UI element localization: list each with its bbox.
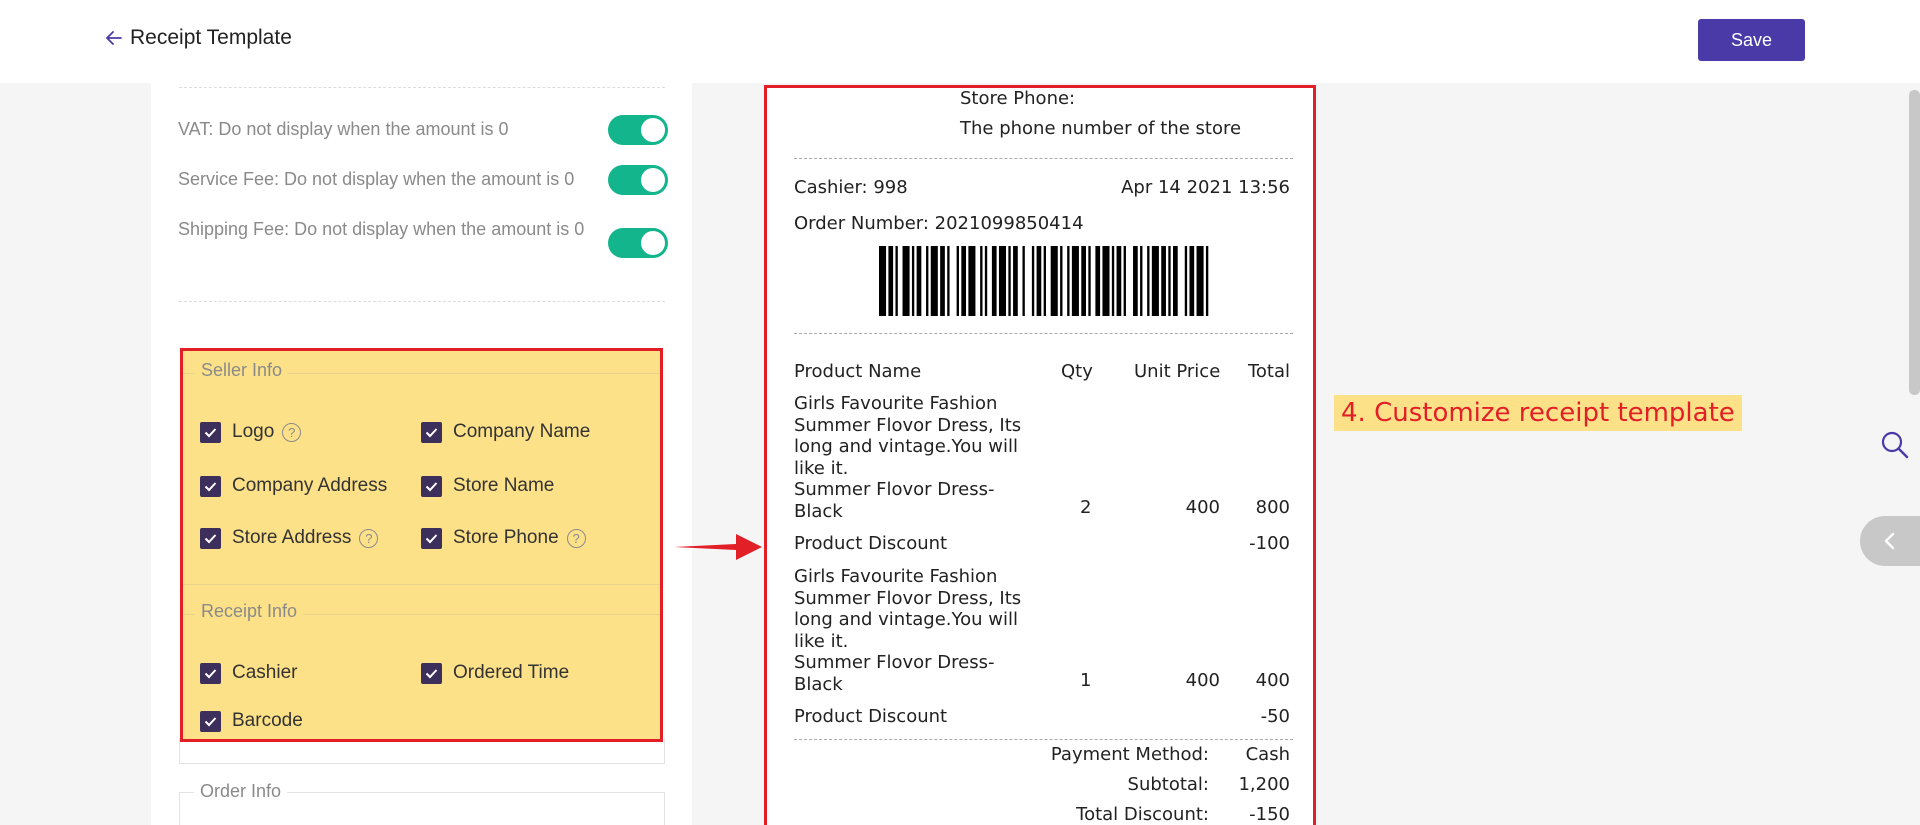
- toggle-row-service-fee: Service Fee: Do not display when the amo…: [178, 165, 668, 195]
- checkbox-label: Barcode: [232, 710, 303, 731]
- checkbox-logo[interactable]: Logo ?: [200, 421, 302, 443]
- checkbox-label: Cashier: [232, 662, 298, 683]
- checkbox-company-name[interactable]: Company Name: [421, 421, 590, 443]
- product-unit-price: 400: [1185, 497, 1220, 518]
- product-discount-value: -100: [1249, 533, 1290, 554]
- product-name: Girls Favourite Fashion Summer Flovor Dr…: [794, 393, 1022, 479]
- checkbox-label: Store Name: [453, 475, 555, 496]
- search-icon[interactable]: [1880, 430, 1910, 460]
- scrollbar-thumb[interactable]: [1909, 90, 1920, 395]
- product-qty: 1: [1080, 670, 1092, 691]
- help-icon[interactable]: ?: [566, 528, 586, 548]
- checkbox-cashier[interactable]: Cashier: [200, 662, 297, 684]
- product-total: 400: [1255, 670, 1290, 691]
- summary-value: Cash: [1245, 744, 1290, 765]
- service-fee-toggle[interactable]: [608, 165, 668, 195]
- order-info-group: Order Info: [179, 781, 665, 825]
- seller-info-legend: Seller Info: [195, 360, 289, 381]
- help-icon[interactable]: ?: [359, 528, 379, 548]
- checkbox-store-name[interactable]: Store Name: [421, 475, 554, 497]
- product-total: 800: [1255, 497, 1290, 518]
- summary-label: Total Discount:: [1076, 804, 1209, 825]
- checkbox-checked-icon: [421, 662, 442, 684]
- annotation-callout: 4. Customize receipt template: [1334, 395, 1742, 431]
- toggle-row-shipping-fee: Shipping Fee: Do not display when the am…: [178, 215, 668, 258]
- column-header-unit-price: Unit Price: [1134, 361, 1221, 382]
- collapse-panel-button[interactable]: [1860, 516, 1920, 566]
- column-header-product: Product Name: [794, 361, 922, 382]
- checkbox-checked-icon: [200, 527, 221, 549]
- checkbox-checked-icon: [200, 475, 221, 497]
- order-info-legend: Order Info: [194, 781, 288, 802]
- checkbox-checked-icon: [421, 475, 442, 497]
- product-discount-label: Product Discount: [794, 533, 948, 554]
- product-name: Girls Favourite Fashion Summer Flovor Dr…: [794, 566, 1022, 652]
- product-unit-price: 400: [1185, 670, 1220, 691]
- product-variant: Summer Flovor Dress-Black: [794, 652, 995, 695]
- product-variant: Summer Flovor Dress-Black: [794, 479, 995, 522]
- help-icon[interactable]: ?: [282, 422, 302, 442]
- product-discount-value: -50: [1260, 706, 1290, 727]
- order-number: Order Number: 2021099850414: [794, 213, 1084, 234]
- checkbox-checked-icon: [200, 662, 221, 684]
- store-phone-label: Store Phone:: [960, 88, 1076, 109]
- checkbox-label: Ordered Time: [453, 662, 570, 683]
- cashier-text: Cashier: 998: [794, 177, 908, 198]
- checkbox-store-address[interactable]: Store Address ?: [200, 527, 379, 549]
- arrow-left-icon: [106, 31, 122, 45]
- checkbox-label: Store Address: [232, 527, 352, 548]
- chevron-left-icon: [1884, 532, 1895, 550]
- back-button[interactable]: Receipt Template: [104, 26, 292, 50]
- checkbox-checked-icon: [421, 527, 442, 549]
- checkbox-label: Company Name: [453, 421, 591, 442]
- column-header-total: Total: [1247, 361, 1290, 382]
- checkbox-label: Company Address: [232, 475, 388, 496]
- toggle-label: Shipping Fee: Do not display when the am…: [178, 219, 585, 239]
- receipt-info-legend: Receipt Info: [195, 601, 304, 622]
- store-phone-value: The phone number of the store: [960, 118, 1242, 139]
- product-discount-label: Product Discount: [794, 706, 948, 727]
- checkbox-checked-icon: [200, 421, 221, 443]
- checkbox-checked-icon: [421, 421, 442, 443]
- page-title: Receipt Template: [130, 26, 292, 49]
- checkbox-company-address[interactable]: Company Address: [200, 475, 387, 497]
- summary-value: 1,200: [1238, 774, 1290, 795]
- receipt-info-box-bottom: [179, 738, 665, 764]
- checkbox-checked-icon: [200, 710, 221, 732]
- order-datetime: Apr 14 2021 13:56: [1121, 177, 1290, 198]
- summary-value: -150: [1249, 804, 1290, 825]
- checkbox-barcode[interactable]: Barcode: [200, 710, 303, 732]
- divider: [179, 301, 665, 302]
- vat-toggle[interactable]: [608, 115, 668, 145]
- toggle-label: VAT: Do not display when the amount is 0: [178, 119, 509, 139]
- shipping-fee-toggle[interactable]: [608, 228, 668, 258]
- summary-label: Subtotal:: [1127, 774, 1209, 795]
- checkbox-label: Store Phone: [453, 527, 559, 548]
- toggle-label: Service Fee: Do not display when the amo…: [178, 169, 575, 189]
- divider: [179, 87, 665, 88]
- checkbox-ordered-time[interactable]: Ordered Time: [421, 662, 569, 684]
- summary-label: Payment Method:: [1050, 744, 1209, 765]
- checkbox-label: Logo: [232, 421, 275, 442]
- toggle-row-vat: VAT: Do not display when the amount is 0: [178, 115, 668, 145]
- receipt-preview: Store Phone: The phone number of the sto…: [764, 85, 1316, 825]
- save-button[interactable]: Save: [1698, 19, 1805, 61]
- checkbox-store-phone[interactable]: Store Phone ?: [421, 527, 586, 549]
- seller-receipt-info-highlight: Seller Info Logo ? Company Name Company …: [180, 348, 663, 742]
- product-qty: 2: [1080, 497, 1092, 518]
- column-header-qty: Qty: [1061, 361, 1093, 382]
- top-bar: Receipt Template Save: [0, 0, 1920, 83]
- arrow-right-icon: [674, 534, 762, 560]
- barcode-image: [879, 246, 1209, 316]
